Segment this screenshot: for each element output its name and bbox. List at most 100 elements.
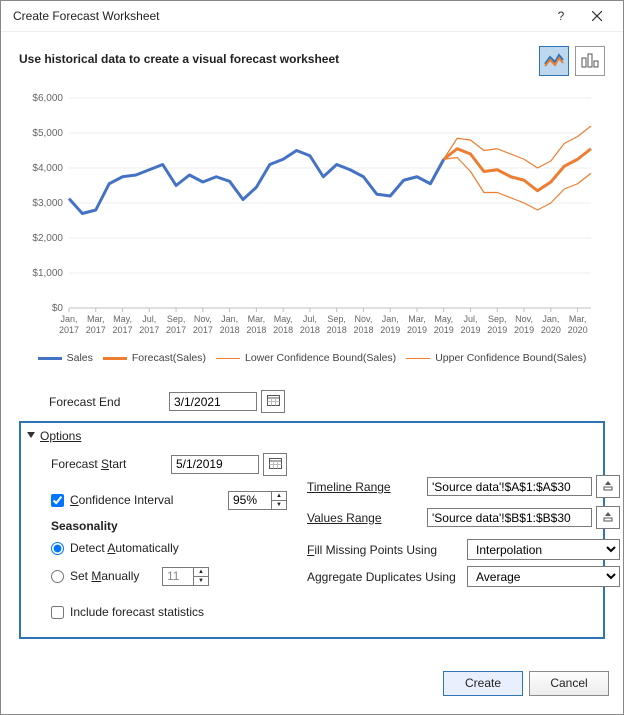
svg-text:2017: 2017	[86, 325, 106, 335]
svg-text:Nov,: Nov,	[194, 314, 212, 324]
confidence-spin[interactable]: ▲▼	[272, 491, 287, 510]
seasonality-manual-input[interactable]	[162, 567, 194, 586]
svg-text:$1,000: $1,000	[32, 268, 63, 279]
svg-text:Jan,: Jan,	[60, 314, 77, 324]
svg-text:$2,000: $2,000	[32, 233, 63, 244]
svg-text:$3,000: $3,000	[32, 198, 63, 209]
svg-text:Sep,: Sep,	[167, 314, 186, 324]
svg-text:2019: 2019	[514, 325, 534, 335]
svg-text:Jul,: Jul,	[142, 314, 156, 324]
aggregate-select[interactable]: Average	[467, 566, 620, 587]
svg-text:2017: 2017	[193, 325, 213, 335]
values-range-picker-button[interactable]	[596, 506, 620, 529]
collapse-icon	[27, 429, 35, 443]
svg-text:2019: 2019	[380, 325, 400, 335]
bar-chart-icon	[580, 52, 600, 71]
svg-text:$5,000: $5,000	[32, 128, 63, 139]
range-collapse-icon	[603, 480, 613, 494]
svg-text:Jan,: Jan,	[221, 314, 238, 324]
svg-text:$0: $0	[52, 303, 64, 314]
seasonality-spin[interactable]: ▲▼	[194, 567, 209, 586]
svg-text:Jul,: Jul,	[303, 314, 317, 324]
seasonality-auto-radio[interactable]	[51, 542, 64, 555]
dialog-title: Create Forecast Worksheet	[13, 9, 543, 23]
svg-text:Jan,: Jan,	[542, 314, 559, 324]
instruction-text: Use historical data to create a visual f…	[19, 46, 539, 66]
svg-text:$4,000: $4,000	[32, 163, 63, 174]
forecast-start-datepicker-button[interactable]	[263, 453, 287, 476]
svg-text:2019: 2019	[487, 325, 507, 335]
close-button[interactable]	[579, 6, 615, 26]
confidence-interval-label: Confidence Interval	[70, 493, 228, 507]
svg-text:2019: 2019	[461, 325, 481, 335]
chart-type-bar-button[interactable]	[575, 46, 605, 76]
svg-text:2018: 2018	[353, 325, 373, 335]
help-button[interactable]: ?	[543, 6, 579, 26]
svg-text:Jan,: Jan,	[382, 314, 399, 324]
svg-text:2018: 2018	[273, 325, 293, 335]
options-panel: Options Forecast Start	[19, 421, 605, 639]
forecast-start-input[interactable]	[171, 455, 259, 474]
svg-text:Nov,: Nov,	[515, 314, 533, 324]
include-stats-label: Include forecast statistics	[70, 605, 204, 619]
svg-text:Sep,: Sep,	[327, 314, 346, 324]
values-range-label: Values Range	[307, 511, 427, 525]
values-range-input[interactable]	[427, 508, 592, 527]
svg-text:2020: 2020	[568, 325, 588, 335]
seasonality-manual-label: Set Manually	[70, 569, 162, 583]
svg-text:$6,000: $6,000	[32, 93, 63, 104]
svg-text:May,: May,	[113, 314, 132, 324]
svg-text:2018: 2018	[300, 325, 320, 335]
svg-text:Jul,: Jul,	[464, 314, 478, 324]
timeline-range-picker-button[interactable]	[596, 475, 620, 498]
seasonality-manual-radio[interactable]	[51, 570, 64, 583]
svg-text:2017: 2017	[139, 325, 159, 335]
svg-text:2017: 2017	[113, 325, 133, 335]
svg-text:Mar,: Mar,	[87, 314, 105, 324]
seasonality-label: Seasonality	[27, 519, 287, 533]
include-stats-checkbox[interactable]	[51, 606, 64, 619]
cancel-button[interactable]: Cancel	[529, 671, 609, 696]
chart-legend: Sales Forecast(Sales) Lower Confidence B…	[19, 352, 605, 364]
titlebar: Create Forecast Worksheet ?	[1, 1, 623, 32]
legend-upper: Upper Confidence Bound(Sales)	[435, 352, 586, 364]
legend-lower: Lower Confidence Bound(Sales)	[245, 352, 396, 364]
seasonality-auto-label: Detect Automatically	[70, 541, 179, 555]
fill-missing-label: Fill Missing Points Using	[307, 543, 467, 557]
svg-text:Mar,: Mar,	[569, 314, 587, 324]
create-forecast-dialog: Create Forecast Worksheet ? Use historic…	[0, 0, 624, 715]
fill-missing-select[interactable]: Interpolation	[467, 539, 620, 560]
forecast-end-datepicker-button[interactable]	[261, 390, 285, 413]
range-collapse-icon	[603, 511, 613, 525]
forecast-start-label: Forecast Start	[27, 457, 171, 471]
svg-text:2019: 2019	[407, 325, 427, 335]
svg-text:2018: 2018	[220, 325, 240, 335]
legend-forecast: Forecast(Sales)	[132, 352, 206, 364]
svg-text:2018: 2018	[327, 325, 347, 335]
legend-sales: Sales	[67, 352, 93, 364]
svg-text:May,: May,	[434, 314, 453, 324]
create-button[interactable]: Create	[443, 671, 523, 696]
svg-text:2020: 2020	[541, 325, 561, 335]
svg-text:May,: May,	[274, 314, 293, 324]
forecast-end-label: Forecast End	[19, 395, 169, 409]
calendar-icon	[267, 394, 280, 409]
chart-type-line-button[interactable]	[539, 46, 569, 76]
timeline-range-label: Timeline Range	[307, 480, 427, 494]
svg-text:Mar,: Mar,	[248, 314, 266, 324]
svg-text:2018: 2018	[246, 325, 266, 335]
svg-text:Nov,: Nov,	[355, 314, 373, 324]
calendar-icon	[269, 457, 282, 472]
options-toggle[interactable]: Options	[27, 429, 593, 443]
line-chart-icon	[544, 52, 564, 71]
forecast-end-input[interactable]	[169, 392, 257, 411]
svg-text:2017: 2017	[59, 325, 79, 335]
svg-text:2017: 2017	[166, 325, 186, 335]
options-header-label: Options	[40, 429, 81, 443]
forecast-chart: $0 $1,000 $2,000 $3,000 $4,000 $5,000 $6,000 Ja…	[19, 88, 605, 378]
aggregate-label: Aggregate Duplicates Using	[307, 570, 467, 584]
confidence-interval-checkbox[interactable]	[51, 494, 64, 507]
confidence-interval-input[interactable]	[228, 491, 272, 510]
svg-text:Mar,: Mar,	[408, 314, 426, 324]
timeline-range-input[interactable]	[427, 477, 592, 496]
